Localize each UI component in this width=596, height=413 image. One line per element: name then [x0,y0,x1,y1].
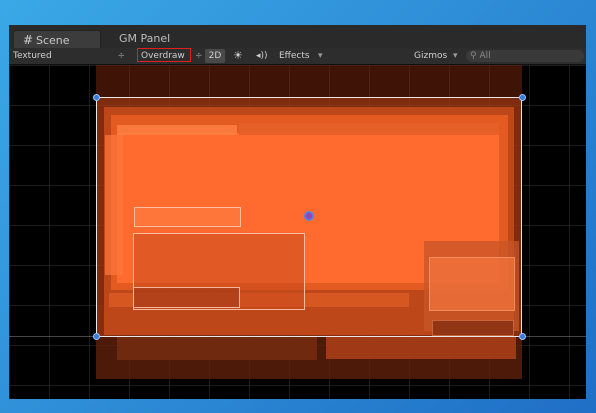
effects-label: Effects [279,51,310,61]
toggle-2d-button[interactable]: 2D [205,49,225,63]
tab-gm-panel[interactable]: GM Panel [111,30,191,48]
sun-icon[interactable]: ☀ [233,48,243,64]
chevron-down-icon: ▾ [318,51,323,61]
render-mode-dropdown[interactable]: Overdraw [137,48,191,62]
shading-mode-label: Textured [13,51,52,61]
speaker-icon[interactable]: ◂)) [256,48,268,64]
tab-scene[interactable]: # Scene [13,30,101,48]
search-input[interactable]: ⚲ All [466,50,584,62]
search-placeholder: All [479,51,491,61]
shading-mode-dropdown[interactable]: Textured ÷ [13,48,127,64]
overdraw-layer [117,335,317,360]
render-mode-label: Overdraw [141,51,185,61]
resize-handle-bottom-right[interactable] [519,333,526,340]
tab-gm-panel-label: GM Panel [119,32,171,45]
scene-viewport[interactable] [9,65,586,399]
gizmos-dropdown[interactable]: Gizmos [414,48,447,64]
search-icon: ⚲ [470,51,477,61]
hash-icon: # [22,33,34,47]
resize-handle-bottom-left[interactable] [93,333,100,340]
overdraw-layer [326,337,516,359]
chevron-down-icon: ÷ [195,51,203,61]
resize-handle-top-right[interactable] [519,94,526,101]
selection-rect[interactable] [96,97,522,337]
tab-bar: # Scene GM Panel [9,25,586,49]
scene-toolbar: Textured ÷ Overdraw ÷ 2D ☀ ◂)) Effects ▾… [9,48,586,65]
scene-window: # Scene GM Panel Textured ÷ Overdraw ÷ 2D… [9,25,586,399]
resize-handle-top-left[interactable] [93,94,100,101]
toggle-2d-label: 2D [208,51,222,61]
chevron-down-icon: ▾ [453,51,458,61]
tab-scene-label: Scene [36,34,70,47]
effects-dropdown[interactable]: Effects [279,48,310,64]
gizmos-label: Gizmos [414,51,448,61]
chevron-down-icon: ÷ [117,51,125,61]
